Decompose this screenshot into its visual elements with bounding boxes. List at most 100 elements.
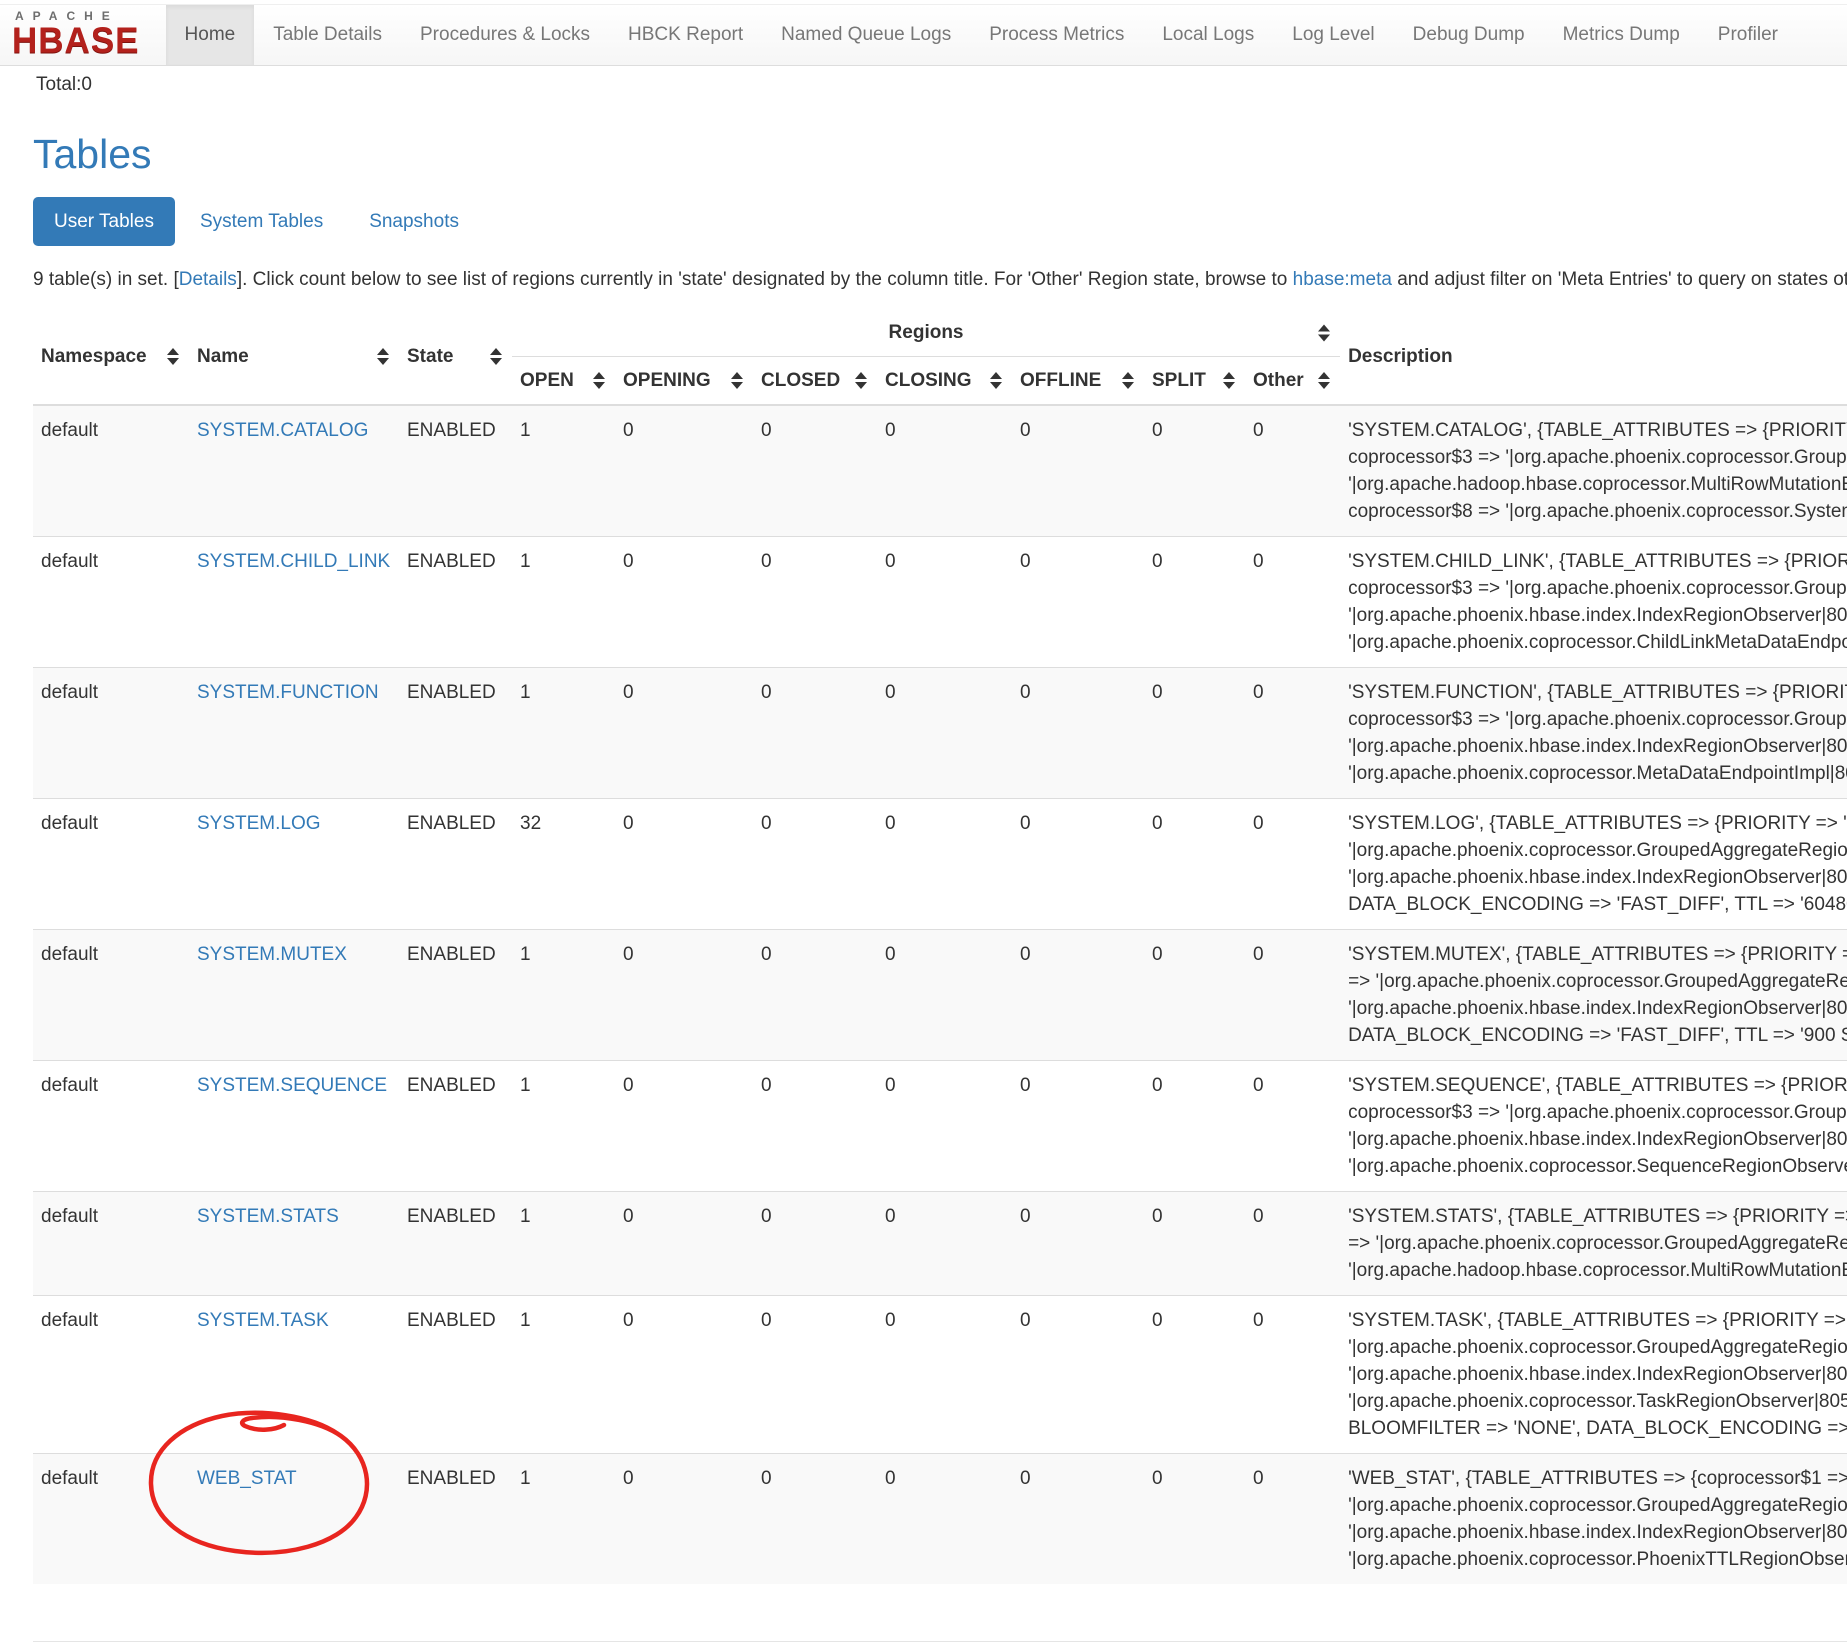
sort-icon[interactable]	[377, 348, 389, 365]
other-count[interactable]: 0	[1245, 1192, 1340, 1296]
opening-count[interactable]: 0	[615, 1061, 753, 1192]
header-closing[interactable]: CLOSING	[877, 357, 1012, 406]
nav-item[interactable]: Local Logs	[1143, 5, 1273, 65]
other-count[interactable]: 0	[1245, 1061, 1340, 1192]
nav-item[interactable]: Procedures & Locks	[401, 5, 609, 65]
split-count[interactable]: 0	[1144, 668, 1245, 799]
sort-icon[interactable]	[990, 372, 1002, 389]
nav-item[interactable]: Debug Dump	[1394, 5, 1544, 65]
offline-count[interactable]: 0	[1012, 668, 1144, 799]
closed-count[interactable]: 0	[753, 405, 877, 537]
open-count[interactable]: 1	[512, 1061, 615, 1192]
opening-count[interactable]: 0	[615, 1192, 753, 1296]
sort-icon[interactable]	[731, 372, 743, 389]
sort-icon[interactable]	[1318, 372, 1330, 389]
table-name-link[interactable]: SYSTEM.LOG	[197, 813, 321, 834]
offline-count[interactable]: 0	[1012, 799, 1144, 930]
other-count[interactable]: 0	[1245, 1296, 1340, 1454]
open-count[interactable]: 1	[512, 1454, 615, 1585]
header-open[interactable]: OPEN	[512, 357, 615, 406]
offline-count[interactable]: 0	[1012, 1296, 1144, 1454]
opening-count[interactable]: 0	[615, 537, 753, 668]
offline-count[interactable]: 0	[1012, 1454, 1144, 1585]
closed-count[interactable]: 0	[753, 930, 877, 1061]
details-link[interactable]: Details	[179, 269, 237, 290]
split-count[interactable]: 0	[1144, 405, 1245, 537]
closing-count[interactable]: 0	[877, 1061, 1012, 1192]
sort-icon[interactable]	[1122, 372, 1134, 389]
closing-count[interactable]: 0	[877, 1192, 1012, 1296]
nav-item[interactable]: Log Level	[1273, 5, 1393, 65]
tab[interactable]: Snapshots	[348, 197, 480, 246]
opening-count[interactable]: 0	[615, 930, 753, 1061]
tab[interactable]: User Tables	[33, 197, 175, 246]
closed-count[interactable]: 0	[753, 1296, 877, 1454]
nav-item[interactable]: Home	[166, 5, 255, 65]
header-offline[interactable]: OFFLINE	[1012, 357, 1144, 406]
other-count[interactable]: 0	[1245, 537, 1340, 668]
tab[interactable]: System Tables	[179, 197, 344, 246]
nav-item[interactable]: HBCK Report	[609, 5, 762, 65]
header-regions-group[interactable]: Regions	[512, 309, 1340, 357]
nav-item[interactable]: Named Queue Logs	[762, 5, 970, 65]
open-count[interactable]: 1	[512, 930, 615, 1061]
closing-count[interactable]: 0	[877, 1296, 1012, 1454]
split-count[interactable]: 0	[1144, 1192, 1245, 1296]
sort-icon[interactable]	[167, 348, 179, 365]
opening-count[interactable]: 0	[615, 1454, 753, 1585]
closed-count[interactable]: 0	[753, 1454, 877, 1585]
header-other[interactable]: Other	[1245, 357, 1340, 406]
split-count[interactable]: 0	[1144, 799, 1245, 930]
nav-item[interactable]: Table Details	[254, 5, 401, 65]
nav-item[interactable]: Metrics Dump	[1544, 5, 1699, 65]
closed-count[interactable]: 0	[753, 668, 877, 799]
other-count[interactable]: 0	[1245, 1454, 1340, 1585]
open-count[interactable]: 1	[512, 668, 615, 799]
opening-count[interactable]: 0	[615, 405, 753, 537]
table-name-link[interactable]: SYSTEM.STATS	[197, 1206, 339, 1227]
split-count[interactable]: 0	[1144, 930, 1245, 1061]
hbase-logo[interactable]: APACHE HBASE	[0, 5, 166, 65]
table-name-link[interactable]: SYSTEM.CHILD_LINK	[197, 551, 390, 572]
other-count[interactable]: 0	[1245, 668, 1340, 799]
table-name-link[interactable]: SYSTEM.TASK	[197, 1310, 329, 1331]
open-count[interactable]: 32	[512, 799, 615, 930]
nav-item[interactable]: Profiler	[1699, 5, 1797, 65]
offline-count[interactable]: 0	[1012, 1061, 1144, 1192]
offline-count[interactable]: 0	[1012, 1192, 1144, 1296]
header-opening[interactable]: OPENING	[615, 357, 753, 406]
closed-count[interactable]: 0	[753, 799, 877, 930]
hbase-meta-link[interactable]: hbase:meta	[1293, 269, 1392, 290]
other-count[interactable]: 0	[1245, 405, 1340, 537]
closing-count[interactable]: 0	[877, 1454, 1012, 1585]
opening-count[interactable]: 0	[615, 799, 753, 930]
sort-icon[interactable]	[593, 372, 605, 389]
open-count[interactable]: 1	[512, 537, 615, 668]
split-count[interactable]: 0	[1144, 1061, 1245, 1192]
offline-count[interactable]: 0	[1012, 405, 1144, 537]
table-name-link[interactable]: WEB_STAT	[197, 1468, 297, 1489]
sort-icon[interactable]	[1318, 324, 1330, 341]
closing-count[interactable]: 0	[877, 799, 1012, 930]
open-count[interactable]: 1	[512, 405, 615, 537]
closing-count[interactable]: 0	[877, 537, 1012, 668]
table-name-link[interactable]: SYSTEM.FUNCTION	[197, 682, 379, 703]
offline-count[interactable]: 0	[1012, 930, 1144, 1061]
closed-count[interactable]: 0	[753, 537, 877, 668]
header-namespace[interactable]: Namespace	[33, 309, 189, 405]
sort-icon[interactable]	[1223, 372, 1235, 389]
closing-count[interactable]: 0	[877, 930, 1012, 1061]
open-count[interactable]: 1	[512, 1192, 615, 1296]
opening-count[interactable]: 0	[615, 668, 753, 799]
other-count[interactable]: 0	[1245, 799, 1340, 930]
open-count[interactable]: 1	[512, 1296, 615, 1454]
closing-count[interactable]: 0	[877, 405, 1012, 537]
closing-count[interactable]: 0	[877, 668, 1012, 799]
table-name-link[interactable]: SYSTEM.MUTEX	[197, 944, 347, 965]
closed-count[interactable]: 0	[753, 1061, 877, 1192]
split-count[interactable]: 0	[1144, 1296, 1245, 1454]
header-name[interactable]: Name	[189, 309, 399, 405]
opening-count[interactable]: 0	[615, 1296, 753, 1454]
sort-icon[interactable]	[855, 372, 867, 389]
split-count[interactable]: 0	[1144, 537, 1245, 668]
